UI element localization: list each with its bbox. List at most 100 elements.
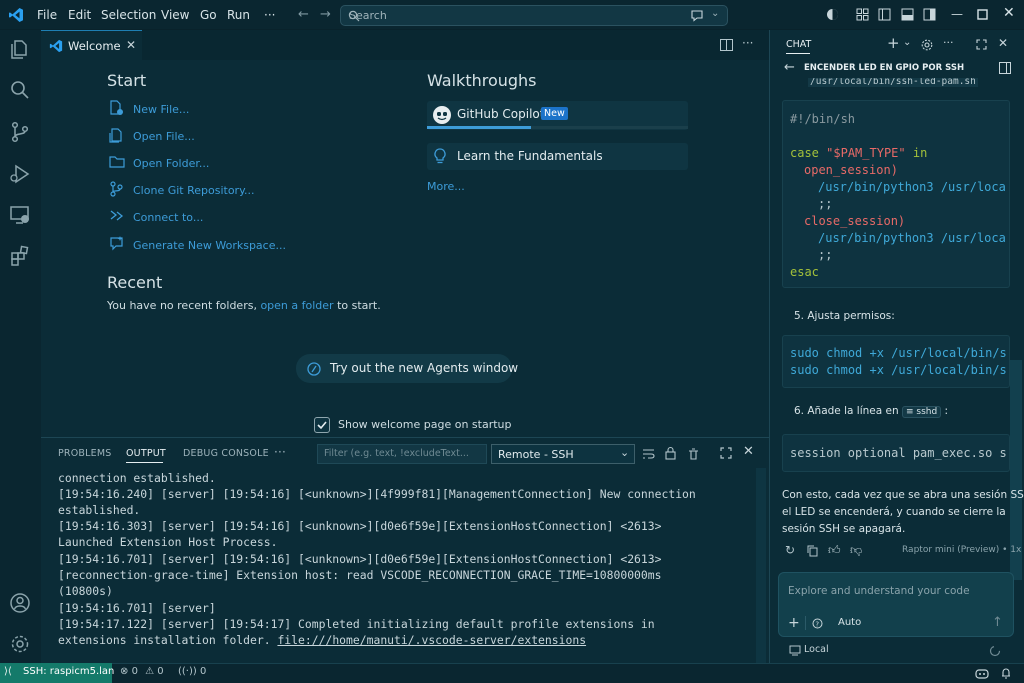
notifications-bell-icon[interactable] xyxy=(1000,667,1012,679)
add-context-icon[interactable]: + xyxy=(788,615,800,631)
sync-icon[interactable] xyxy=(989,645,1001,657)
tab-welcome[interactable]: Welcome ✕ xyxy=(41,30,142,60)
code-chmod: chmod xyxy=(826,346,863,360)
new-chat-dropdown-icon[interactable]: ⌄ xyxy=(903,37,911,48)
conclusion-line: sesión SSH se apagará. xyxy=(782,523,906,535)
run-debug-icon[interactable] xyxy=(8,162,32,186)
remote-indicator[interactable]: ⟩⟨ SSH: raspicm5.lan xyxy=(0,663,114,683)
output-channel-select[interactable]: Remote - SSH ⌄ xyxy=(491,444,635,464)
sshd-file-chip[interactable]: ≡ sshd xyxy=(901,406,942,418)
window-close-icon[interactable]: ✕ xyxy=(1003,5,1015,21)
panel-more-tabs[interactable]: ··· xyxy=(274,445,286,459)
chat-sessions-toggle-icon[interactable] xyxy=(999,62,1011,74)
explorer-icon[interactable] xyxy=(8,38,32,62)
maximize-panel-icon[interactable] xyxy=(720,447,732,459)
send-icon[interactable]: ↑ xyxy=(992,615,1003,630)
copilot-chat-icon[interactable] xyxy=(690,9,704,22)
tab-close-icon[interactable]: ✕ xyxy=(126,38,136,52)
ports-status[interactable]: ((·)) 0 xyxy=(178,666,206,677)
word-wrap-icon[interactable] xyxy=(642,448,655,460)
chat-more-icon[interactable]: ··· xyxy=(943,36,954,49)
chat-maximize-icon[interactable] xyxy=(976,39,987,50)
copilot-status-icon[interactable] xyxy=(975,667,989,679)
output-scrollbar[interactable] xyxy=(756,468,766,664)
menu-view[interactable]: View xyxy=(161,8,189,22)
agent-mode-icon[interactable]: ? xyxy=(812,618,823,629)
lock-scroll-icon[interactable] xyxy=(665,446,676,460)
toggle-secondary-sidebar-icon[interactable] xyxy=(923,8,936,21)
thumbs-up-icon[interactable]: 👍︎ xyxy=(828,543,841,558)
recent-empty-message: You have no recent folders, open a folde… xyxy=(107,299,381,312)
close-panel-icon[interactable]: ✕ xyxy=(743,444,754,459)
open-folder-inline-link[interactable]: open a folder xyxy=(260,299,333,312)
chat-input-box[interactable]: Explore and understand your code + ? Aut… xyxy=(778,572,1014,637)
extensions-icon[interactable] xyxy=(8,244,32,268)
window-minimize-icon[interactable]: — xyxy=(951,7,963,21)
copilot-dropdown-icon[interactable]: ⌄ xyxy=(711,8,719,19)
search-icon[interactable] xyxy=(8,78,32,102)
new-chat-icon[interactable]: + xyxy=(887,34,900,52)
source-control-icon[interactable] xyxy=(8,120,32,144)
chat-close-icon[interactable]: ✕ xyxy=(998,36,1008,50)
nav-forward-icon[interactable]: → xyxy=(320,7,331,22)
toggle-panel-icon[interactable] xyxy=(901,8,914,21)
generate-workspace-icon xyxy=(110,236,123,251)
more-walkthroughs-link[interactable]: More... xyxy=(427,180,465,193)
agents-window-button[interactable]: Try out the new Agents window xyxy=(296,354,518,383)
walkthrough-copilot-card[interactable]: GitHub Copilot New xyxy=(427,101,688,130)
nav-back-icon[interactable]: ← xyxy=(298,7,309,22)
panel-tab-debug-console[interactable]: DEBUG CONSOLE xyxy=(183,448,269,459)
new-file-link[interactable]: New File... xyxy=(133,103,189,116)
menu-edit[interactable]: Edit xyxy=(68,8,91,22)
step-6-text: 6. Añade la línea en ≡ sshd : xyxy=(794,405,948,418)
generate-workspace-link[interactable]: Generate New Workspace... xyxy=(133,239,286,252)
new-file-icon xyxy=(110,100,123,115)
chat-back-icon[interactable]: ← xyxy=(784,60,795,75)
settings-gear-icon[interactable] xyxy=(8,632,32,656)
code-open-cmd: /usr/bin/python3 /usr/loca xyxy=(818,180,1006,194)
output-line-text: extensions installation folder. xyxy=(58,633,271,647)
accounts-icon[interactable] xyxy=(8,591,32,615)
session-location-picker[interactable]: Local xyxy=(804,644,829,655)
split-editor-icon[interactable] xyxy=(720,39,733,51)
accounts-copilot-icon[interactable] xyxy=(826,8,839,21)
vscode-logo-icon xyxy=(9,8,23,22)
menu-go[interactable]: Go xyxy=(200,8,217,22)
thumbs-down-icon[interactable]: 👎︎ xyxy=(850,543,862,558)
clone-git-link[interactable]: Clone Git Repository... xyxy=(133,184,255,197)
clear-output-icon[interactable] xyxy=(687,447,700,460)
chat-settings-gear-icon[interactable] xyxy=(921,39,933,51)
open-folder-link[interactable]: Open Folder... xyxy=(133,157,209,170)
menu-more[interactable]: ··· xyxy=(264,8,275,22)
panel-tab-output[interactable]: OUTPUT xyxy=(126,448,166,459)
error-count: 0 xyxy=(131,666,138,677)
bottom-panel: PROBLEMS OUTPUT DEBUG CONSOLE ··· Filter… xyxy=(41,437,769,664)
connect-to-link[interactable]: Connect to... xyxy=(133,211,203,224)
menu-run[interactable]: Run xyxy=(227,8,250,22)
output-line: [19:54:17.122] [server] [19:54:17] Compl… xyxy=(58,617,655,631)
window-maximize-icon[interactable] xyxy=(977,9,988,20)
open-file-link[interactable]: Open File... xyxy=(133,130,195,143)
toggle-primary-sidebar-icon[interactable] xyxy=(878,8,891,21)
panel-tab-problems[interactable]: PROBLEMS xyxy=(58,448,111,459)
command-center-search[interactable]: Search ⌄ xyxy=(340,5,728,26)
tab-welcome-label: Welcome xyxy=(68,39,121,53)
title-bar: File Edit Selection View Go Run ··· ← → … xyxy=(0,0,1024,30)
editor-more-actions-icon[interactable]: ··· xyxy=(742,36,753,50)
code-separator: ;; xyxy=(818,197,833,211)
layout-customize-icon[interactable] xyxy=(856,8,869,21)
extensions-folder-link[interactable]: file:///home/manuti/.vscode-server/exten… xyxy=(277,633,586,647)
menu-selection[interactable]: Selection xyxy=(101,8,156,22)
retry-icon[interactable]: ↻ xyxy=(785,543,795,557)
start-title: Start xyxy=(107,71,147,90)
output-filter-input[interactable]: Filter (e.g. text, !excludeText... xyxy=(317,444,487,464)
mode-picker[interactable]: Auto xyxy=(838,617,861,628)
copy-icon[interactable] xyxy=(807,545,818,557)
remote-explorer-icon[interactable] xyxy=(8,203,32,227)
local-computer-icon xyxy=(789,645,801,656)
show-welcome-checkbox[interactable] xyxy=(314,417,330,433)
menu-file[interactable]: File xyxy=(37,8,57,22)
walkthrough-fundamentals-card[interactable]: Learn the Fundamentals xyxy=(427,143,688,170)
problems-status[interactable]: ⊗ 0 ⚠ 0 xyxy=(120,666,164,677)
recent-text-after: to start. xyxy=(337,299,381,312)
